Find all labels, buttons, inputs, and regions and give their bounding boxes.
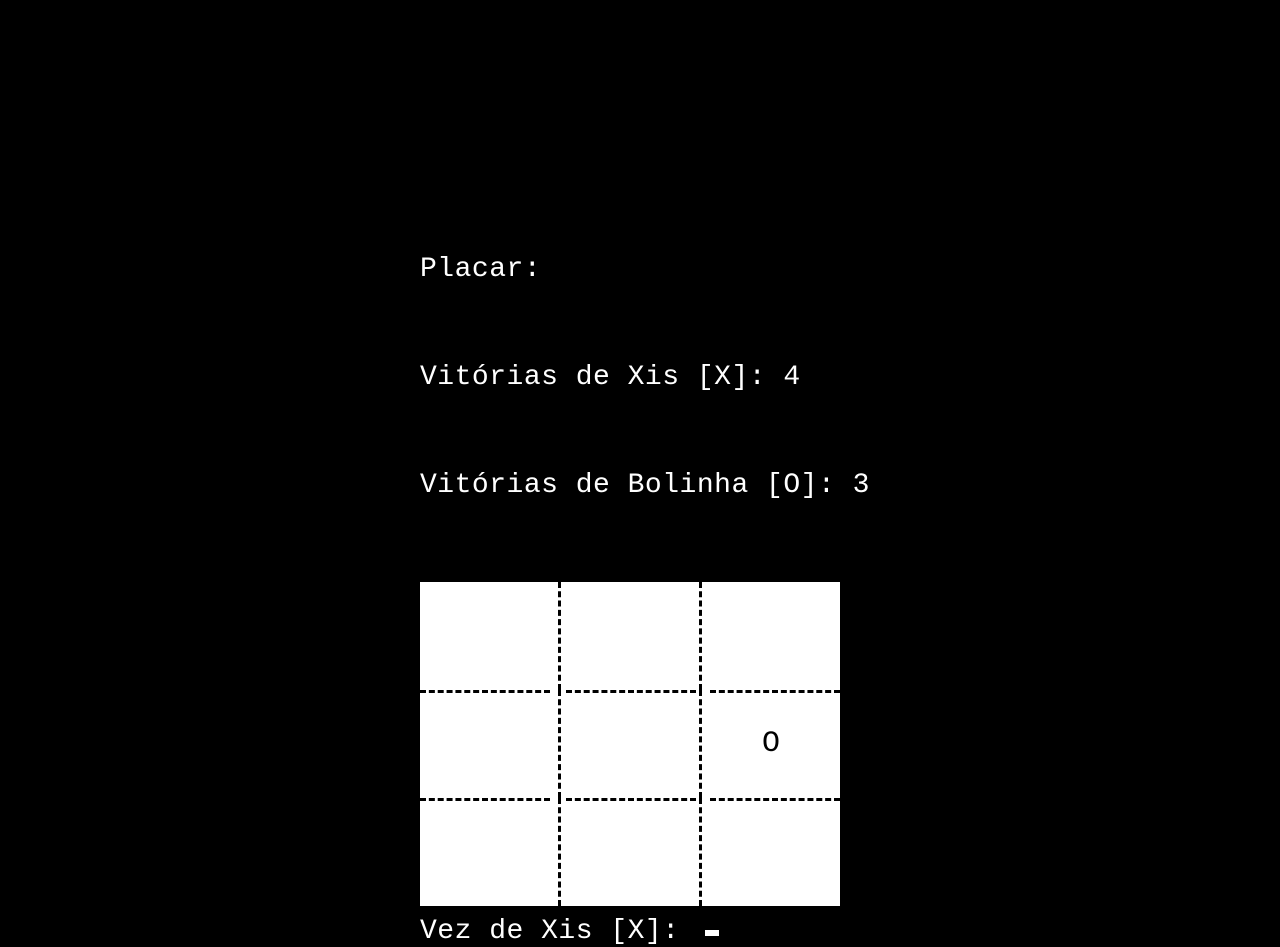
- score-o-line: Vitórias de Bolinha [O]: 3: [420, 468, 870, 504]
- turn-prompt: Vez de Xis [X]:: [420, 916, 870, 947]
- prompt-text: Vez de Xis [X]:: [420, 916, 697, 947]
- game-board: O: [420, 582, 840, 906]
- score-x-value: 4: [783, 362, 800, 393]
- cell-2-0[interactable]: [420, 798, 558, 906]
- cell-2-2[interactable]: [702, 798, 840, 906]
- cell-0-2[interactable]: [702, 582, 840, 690]
- board-row-2: [420, 798, 840, 906]
- game-container: Placar: Vitórias de Xis [X]: 4 Vitórias …: [420, 180, 870, 947]
- cell-1-1[interactable]: [561, 690, 699, 798]
- cell-1-2[interactable]: O: [702, 690, 840, 798]
- score-section: Placar: Vitórias de Xis [X]: 4 Vitórias …: [420, 180, 870, 576]
- cell-2-1[interactable]: [561, 798, 699, 906]
- cell-0-0[interactable]: [420, 582, 558, 690]
- score-x-line: Vitórias de Xis [X]: 4: [420, 360, 870, 396]
- board-row-0: [420, 582, 840, 690]
- score-title: Placar:: [420, 252, 870, 288]
- cell-0-1[interactable]: [561, 582, 699, 690]
- cursor-icon[interactable]: [705, 930, 719, 936]
- board-row-1: O: [420, 690, 840, 798]
- cell-1-0[interactable]: [420, 690, 558, 798]
- score-o-value: 3: [853, 470, 870, 501]
